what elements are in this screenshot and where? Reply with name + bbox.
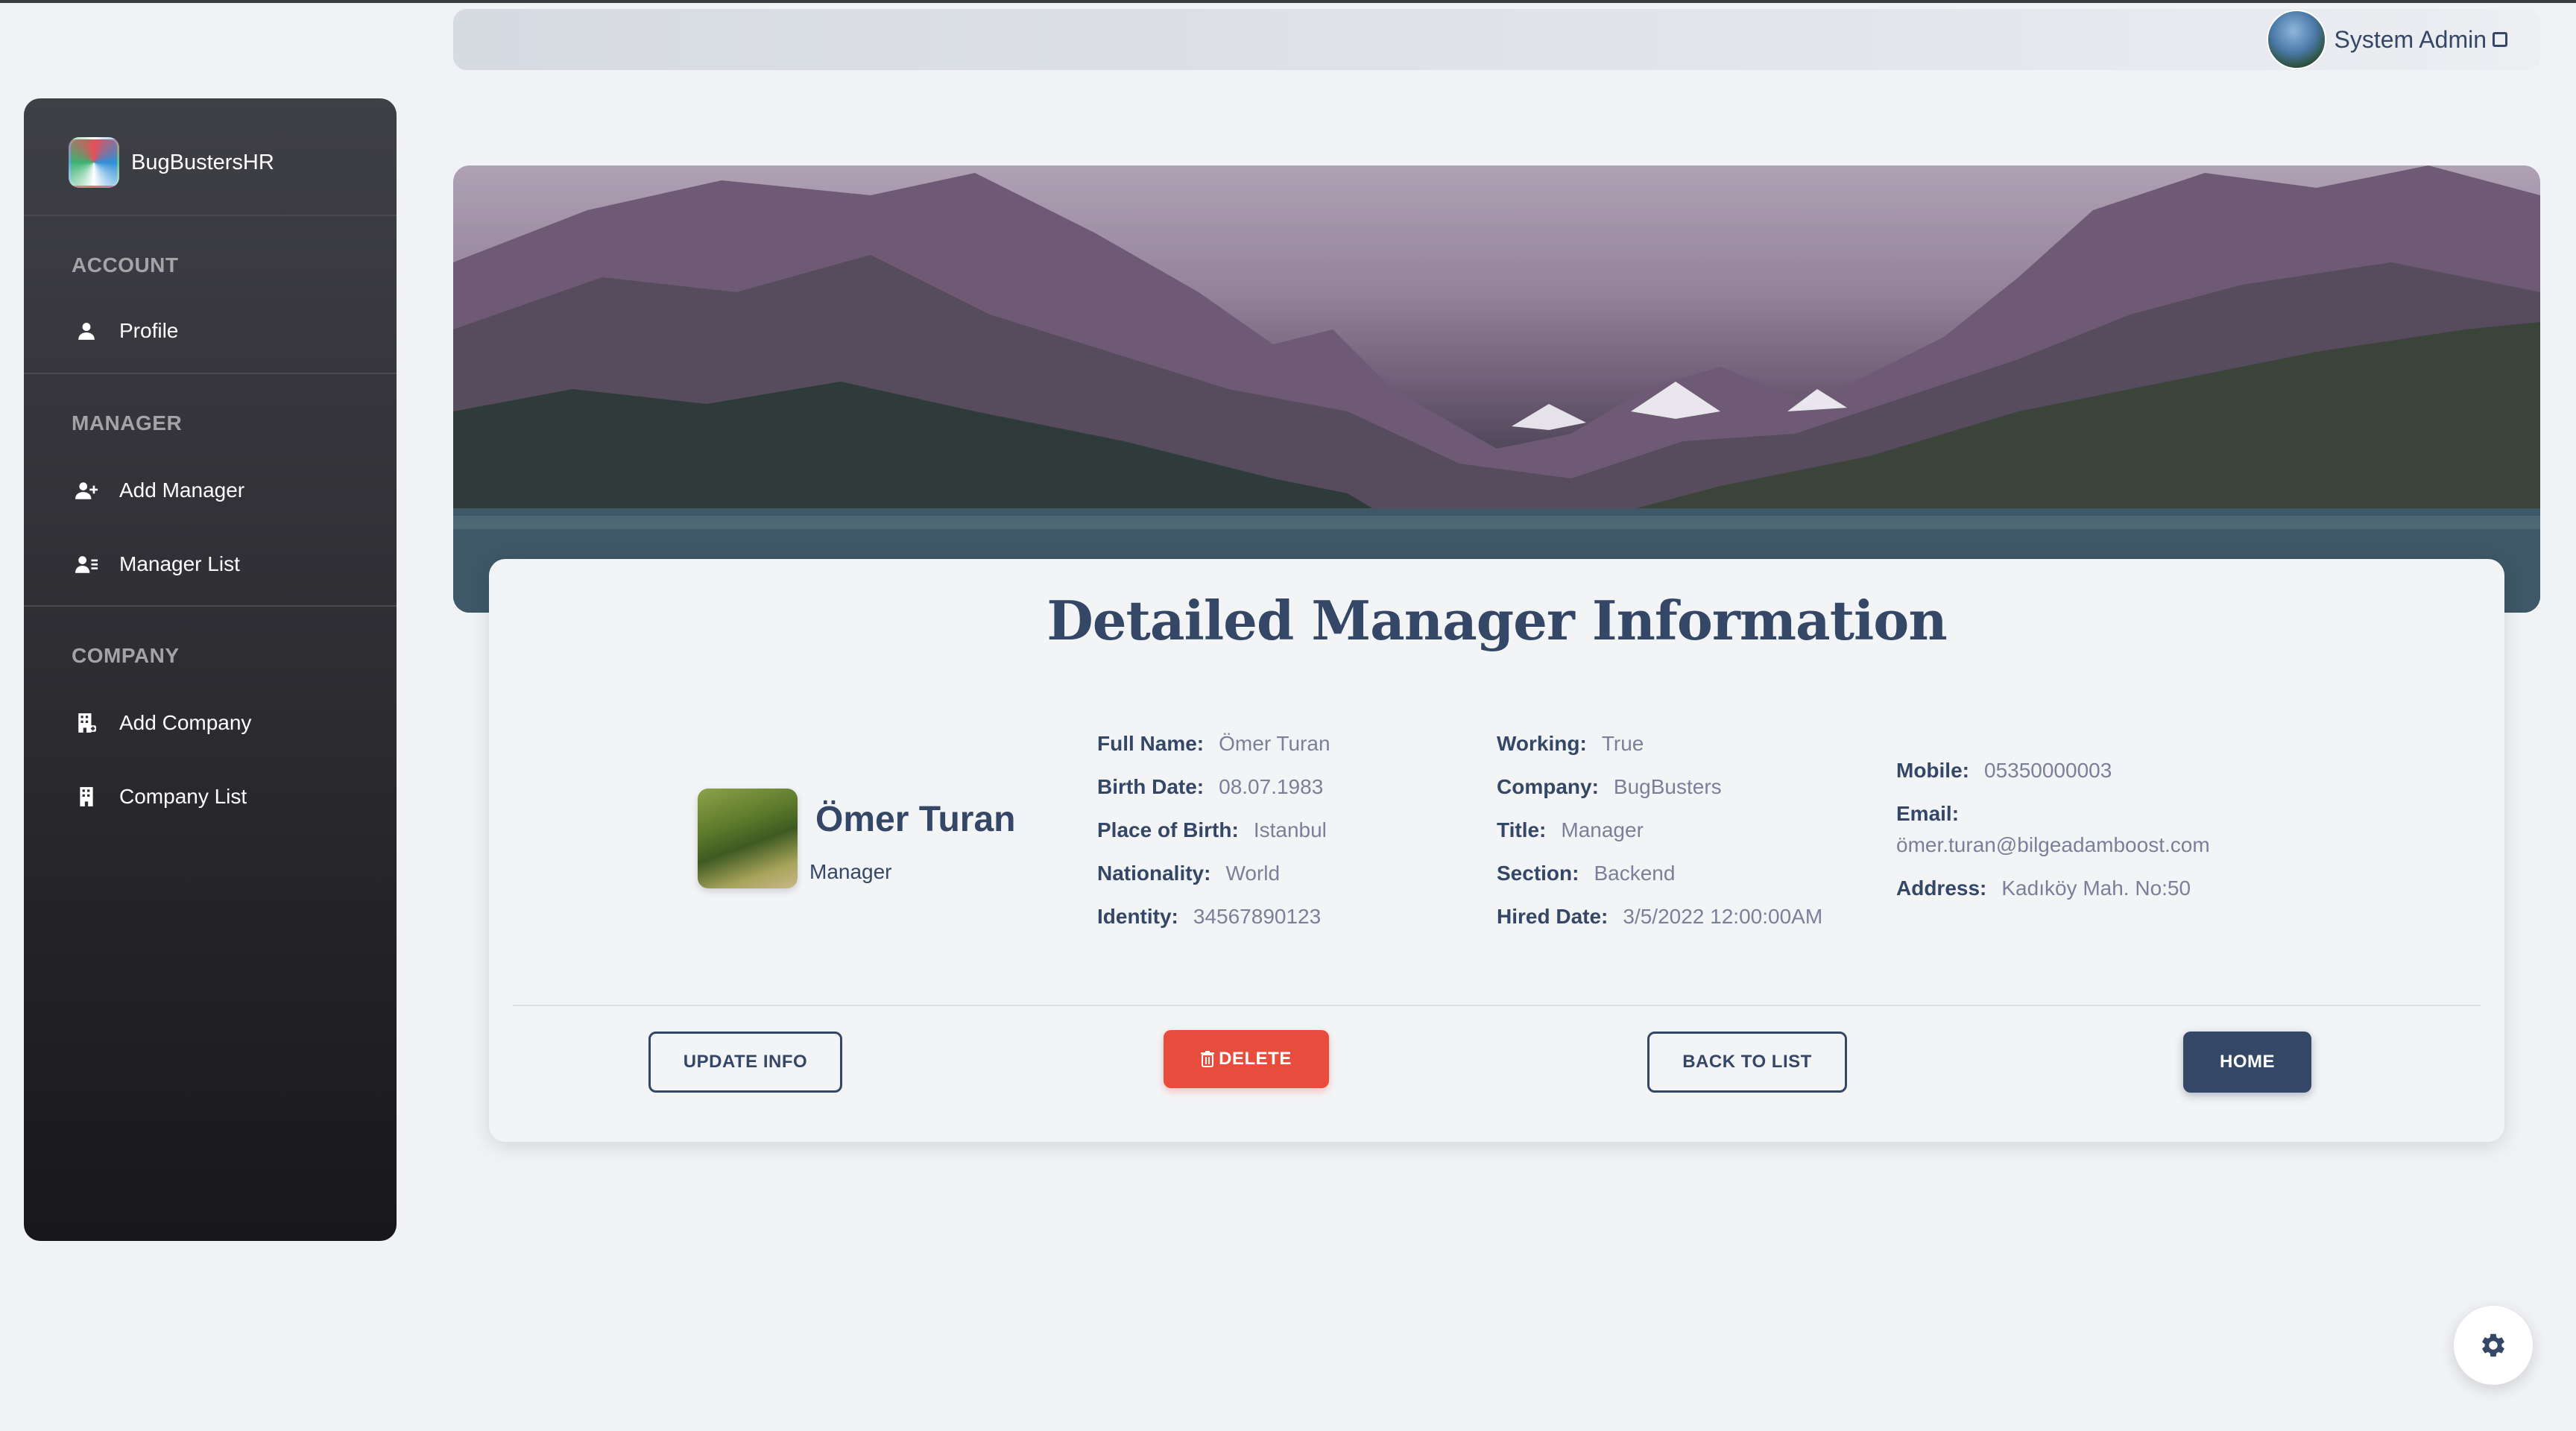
user-name: System Admin: [2334, 25, 2487, 53]
info-label: Full Name:: [1097, 732, 1205, 755]
back-to-list-button[interactable]: BACK TO LIST: [1647, 1032, 1847, 1093]
sidebar-item-add-company[interactable]: Add Company: [69, 701, 251, 745]
info-value: Manager: [1561, 818, 1644, 841]
avatar: [2267, 10, 2327, 69]
info-nationality: Nationality: World: [1097, 862, 1280, 885]
sidebar-item-company-list[interactable]: Company List: [69, 774, 247, 819]
info-label: Nationality:: [1097, 862, 1211, 885]
info-identity: Identity: 34567890123: [1097, 905, 1321, 929]
info-label: Birth Date:: [1097, 775, 1205, 798]
info-birth-date: Birth Date: 08.07.1983: [1097, 775, 1323, 799]
sidebar-divider: [24, 605, 397, 607]
info-value: 05350000003: [1984, 759, 2112, 782]
brand-name: BugBustersHR: [131, 150, 274, 174]
building-plus-icon: [69, 713, 104, 733]
info-label: Section:: [1497, 862, 1579, 885]
window-top-border: [0, 0, 2576, 3]
sidebar-item-add-manager[interactable]: Add Manager: [69, 468, 244, 513]
sidebar-item-profile[interactable]: Profile: [69, 309, 178, 353]
sidebar-divider: [24, 373, 397, 374]
hero-banner-image: [453, 165, 2540, 613]
info-value: BugBusters: [1613, 775, 1722, 798]
delete-label: DELETE: [1219, 1049, 1292, 1069]
section-title-account: ACCOUNT: [72, 253, 179, 277]
sidebar: BugBustersHR ACCOUNT Profile MANAGER Add…: [24, 98, 397, 1241]
info-address: Address: Kadıköy Mah. No:50: [1896, 876, 2191, 900]
info-label: Mobile:: [1896, 759, 1969, 782]
info-label: Identity:: [1097, 905, 1178, 928]
settings-button[interactable]: [2454, 1306, 2533, 1385]
info-value: ömer.turan@bilgeadamboost.com: [1896, 833, 2210, 856]
sidebar-item-label: Add Manager: [119, 478, 245, 502]
info-value: 34567890123: [1193, 905, 1322, 928]
info-value: Kadıköy Mah. No:50: [2001, 876, 2191, 900]
info-value: World: [1225, 862, 1281, 885]
home-button[interactable]: HOME: [2183, 1032, 2311, 1093]
user-plus-icon: [69, 481, 104, 500]
info-label: Address:: [1896, 876, 1987, 900]
info-company: Company: BugBusters: [1497, 775, 1722, 799]
info-value: 08.07.1983: [1219, 775, 1324, 798]
section-title-manager: MANAGER: [72, 411, 183, 435]
delete-button[interactable]: DELETE: [1164, 1030, 1329, 1088]
gear-icon: [2482, 1333, 2504, 1357]
sidebar-item-label: Add Company: [119, 711, 252, 734]
card-divider: [513, 1005, 2481, 1006]
dropdown-square-icon: [2493, 32, 2507, 47]
sidebar-divider: [24, 215, 397, 216]
info-place-of-birth: Place of Birth: Istanbul: [1097, 818, 1327, 842]
section-title-company: COMPANY: [72, 644, 180, 667]
info-label: Email:: [1896, 802, 1960, 825]
brand[interactable]: BugBustersHR: [69, 133, 274, 192]
trash-icon: [1201, 1051, 1215, 1067]
info-hired-date: Hired Date: 3/5/2022 12:00:00AM: [1497, 905, 1822, 929]
info-label: Title:: [1497, 818, 1547, 841]
info-full-name: Full Name: Ömer Turan: [1097, 732, 1330, 756]
info-title: Title: Manager: [1497, 818, 1644, 842]
sidebar-item-label: Manager List: [119, 552, 240, 575]
manager-name: Ömer Turan: [815, 800, 1016, 839]
info-email: ömer.turan@bilgeadamboost.com: [1896, 833, 2210, 857]
info-section: Section: Backend: [1497, 862, 1675, 885]
top-navbar: System Admin: [453, 9, 2540, 70]
sidebar-item-label: Profile: [119, 319, 179, 342]
info-mobile: Mobile: 05350000003: [1896, 759, 2112, 783]
info-label: Place of Birth:: [1097, 818, 1239, 841]
info-value: Ömer Turan: [1219, 732, 1330, 755]
user-list-icon: [69, 555, 104, 574]
info-email-label: Email:: [1896, 802, 1959, 826]
building-icon: [69, 786, 104, 807]
info-value: 3/5/2022 12:00:00AM: [1623, 905, 1823, 928]
sidebar-item-manager-list[interactable]: Manager List: [69, 542, 240, 587]
info-value: Istanbul: [1253, 818, 1327, 841]
brand-logo-icon: [69, 137, 119, 188]
info-value: Backend: [1594, 862, 1676, 885]
info-value: True: [1601, 732, 1644, 755]
sidebar-item-label: Company List: [119, 785, 247, 808]
manager-photo: [698, 789, 798, 888]
info-label: Working:: [1497, 732, 1587, 755]
manager-detail-card: Detailed Manager Information Ömer Turan …: [489, 559, 2504, 1142]
user-icon: [69, 321, 104, 341]
update-info-button[interactable]: UPDATE INFO: [648, 1032, 842, 1093]
user-menu[interactable]: System Admin: [2267, 9, 2507, 70]
page-title: Detailed Manager Information: [1046, 589, 1947, 652]
info-label: Hired Date:: [1497, 905, 1609, 928]
info-working: Working: True: [1497, 732, 1644, 756]
manager-role: Manager: [809, 860, 892, 883]
info-label: Company:: [1497, 775, 1599, 798]
